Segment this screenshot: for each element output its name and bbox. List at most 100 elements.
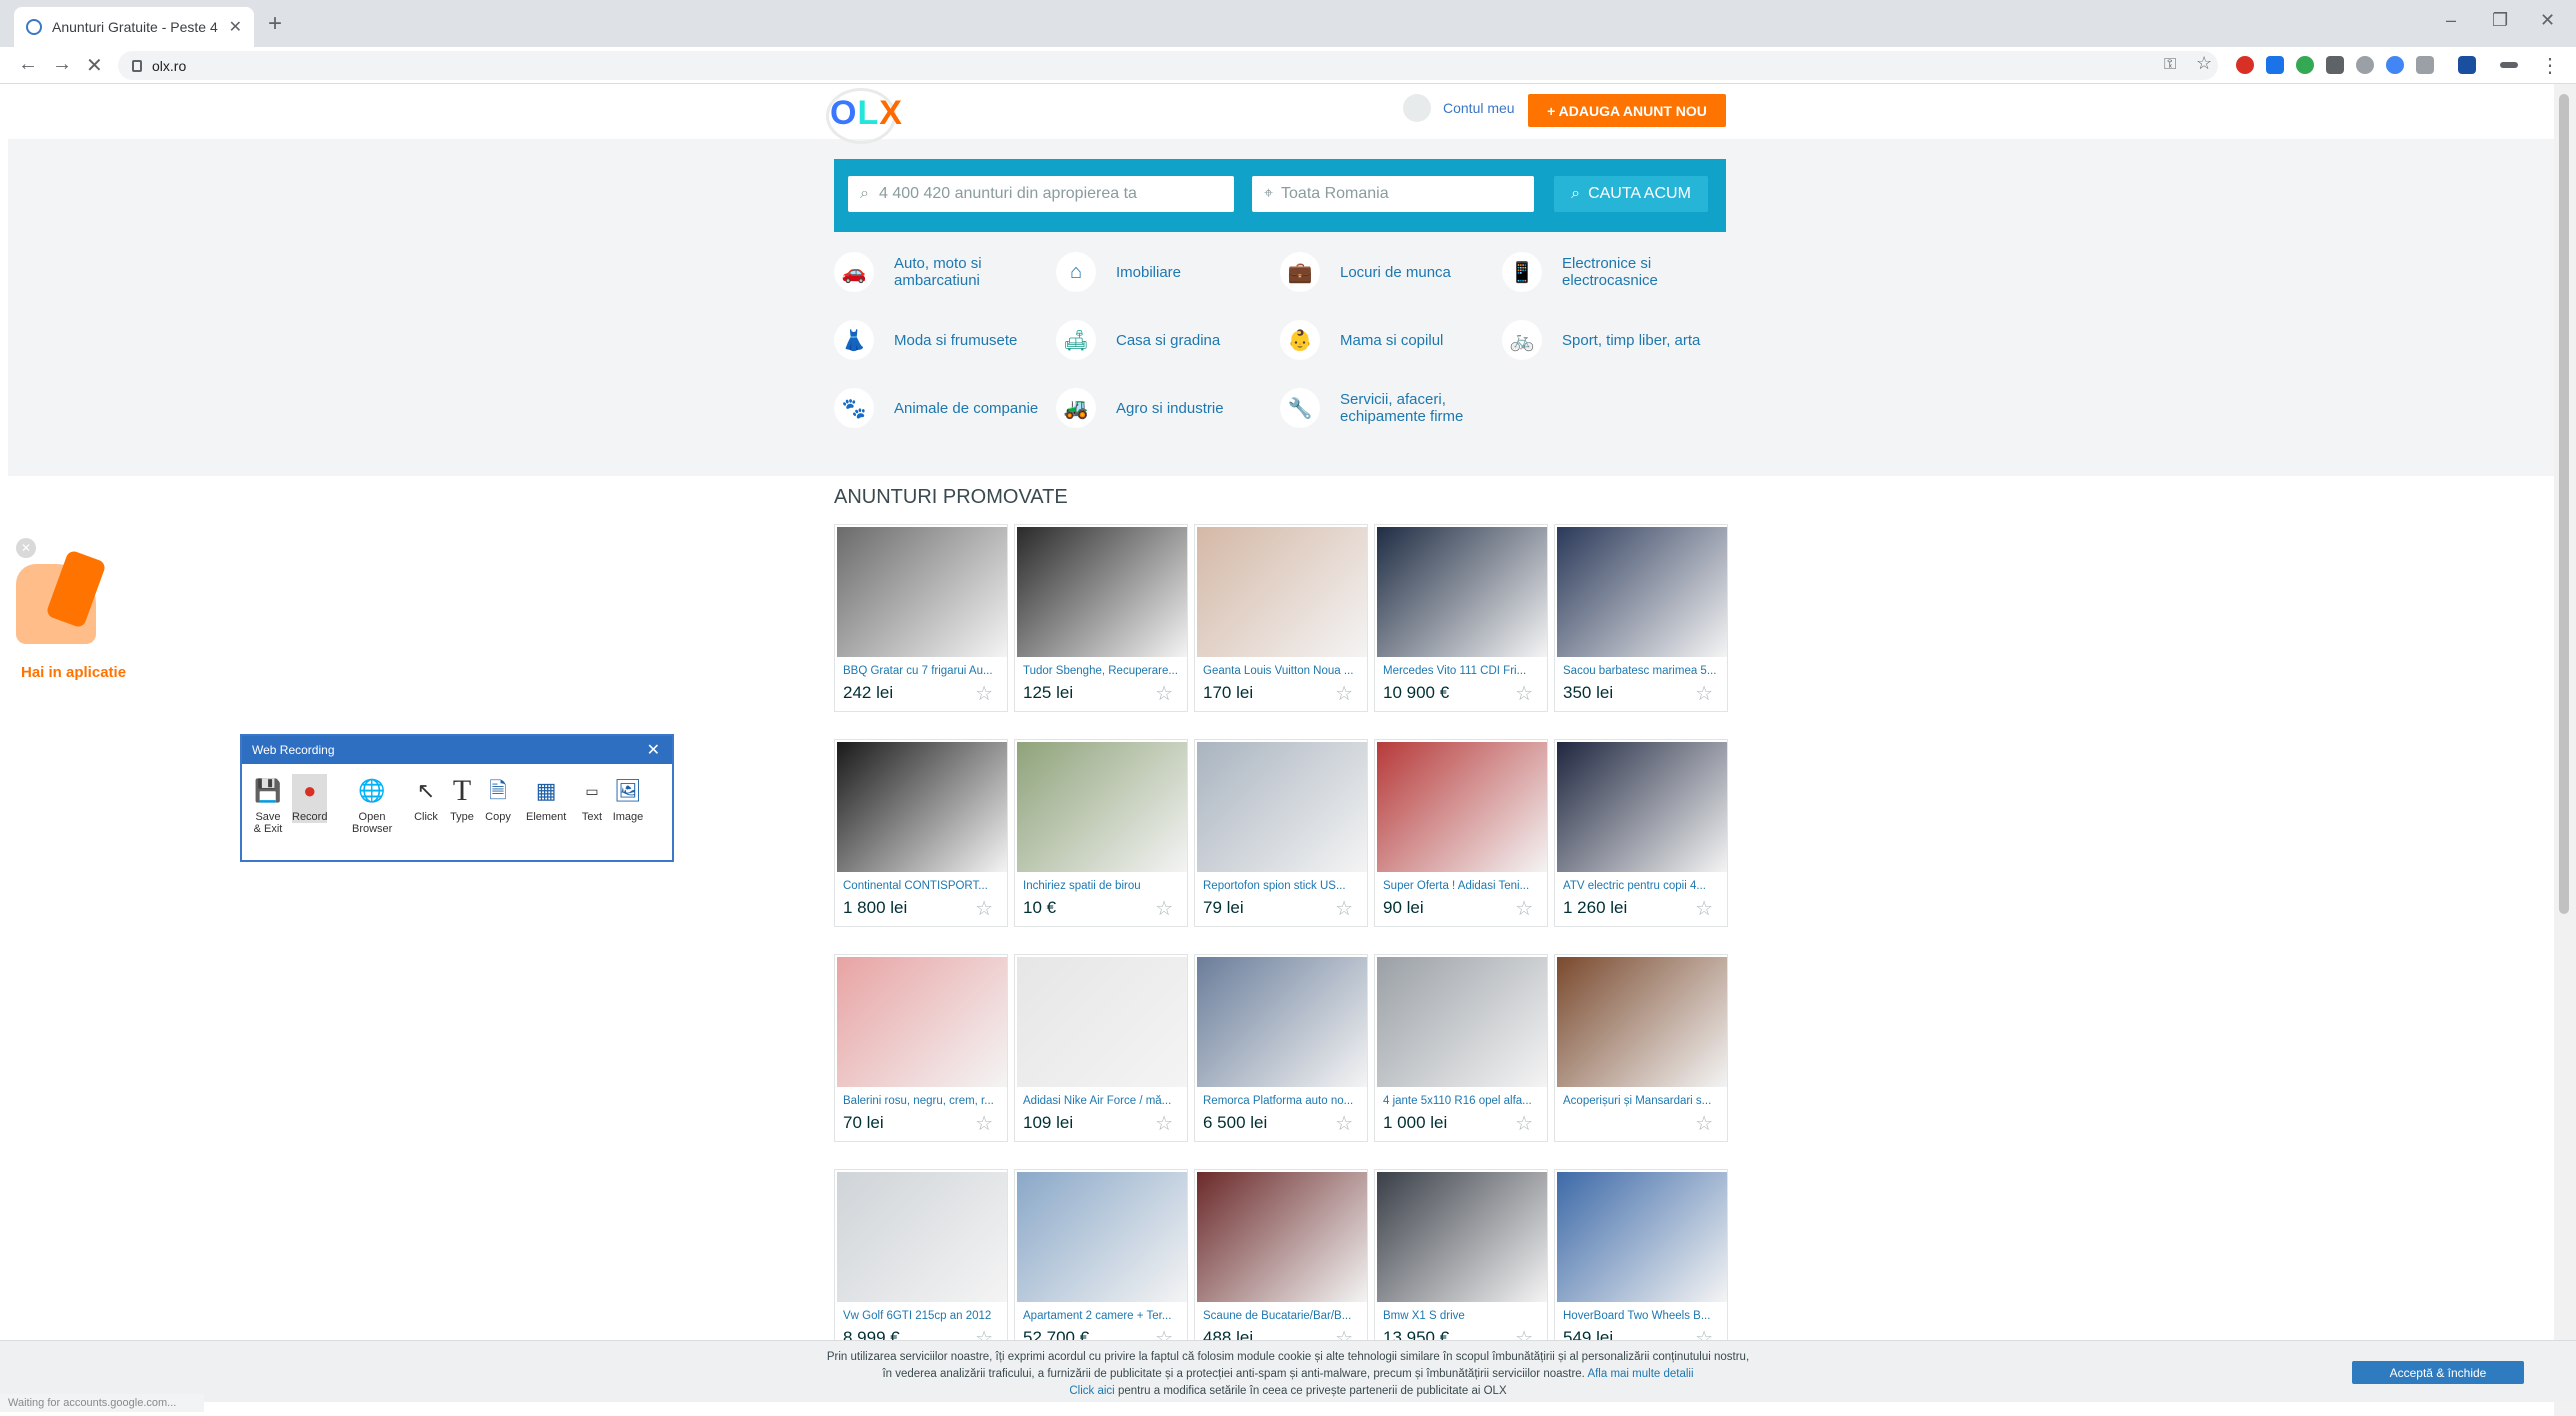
image-button[interactable]: 🖼 Image <box>612 774 644 824</box>
search-button[interactable]: ⌕ CAUTA ACUM <box>1554 176 1708 212</box>
url-bar[interactable]: olx.ro <box>118 51 2218 80</box>
listing-image[interactable] <box>1017 957 1187 1087</box>
favorite-star-icon[interactable]: ☆ <box>1515 896 1533 921</box>
listing-image[interactable] <box>1557 1172 1727 1302</box>
listing-card[interactable]: Inchiriez spatii de birou 10 € ☆ <box>1014 739 1188 927</box>
extension-icon[interactable] <box>2386 56 2404 74</box>
close-icon[interactable]: ✕ <box>647 740 660 760</box>
listing-title[interactable]: Adidasi Nike Air Force / mă... <box>1023 1095 1183 1107</box>
listing-image[interactable] <box>1197 1172 1367 1302</box>
new-tab-icon[interactable]: + <box>268 10 282 38</box>
listing-image[interactable] <box>1557 527 1727 657</box>
favorite-star-icon[interactable]: ☆ <box>1335 681 1353 706</box>
category-auto[interactable]: 🚗 Auto, moto si ambarcatiuni <box>834 252 1054 292</box>
listing-image[interactable] <box>837 1172 1007 1302</box>
favorite-star-icon[interactable]: ☆ <box>1335 1111 1353 1136</box>
listing-image[interactable] <box>837 742 1007 872</box>
browser-tab[interactable]: Anunturi Gratuite - Peste 4 milio ✕ <box>14 7 254 47</box>
listing-image[interactable] <box>1017 527 1187 657</box>
favorite-star-icon[interactable]: ☆ <box>975 681 993 706</box>
listing-card[interactable]: Apartament 2 camere + Ter... 52 700 € ☆ <box>1014 1169 1188 1357</box>
listing-title[interactable]: BBQ Gratar cu 7 frigarui Au... <box>843 665 1003 677</box>
listing-image[interactable] <box>1557 742 1727 872</box>
olx-logo[interactable]: OLX <box>830 94 903 133</box>
extension-icon[interactable] <box>2236 56 2254 74</box>
listing-image[interactable] <box>837 957 1007 1087</box>
favorite-star-icon[interactable]: ☆ <box>1515 681 1533 706</box>
listing-card[interactable]: 4 jante 5x110 R16 opel alfa... 1 000 lei ☆ <box>1374 954 1548 1142</box>
listing-image[interactable] <box>1017 1172 1187 1302</box>
bookmark-star-icon[interactable]: ☆ <box>2196 53 2212 74</box>
category-imobiliare[interactable]: ⌂ Imobiliare <box>1056 252 1276 292</box>
listing-card[interactable]: Mercedes Vito 111 CDI Fri... 10 900 € ☆ <box>1374 524 1548 712</box>
category-services[interactable]: 🔧 Servicii, afaceri, echipamente firme <box>1280 388 1500 428</box>
listing-image[interactable] <box>1197 527 1367 657</box>
category-fashion[interactable]: 👗 Moda si frumusete <box>834 320 1054 360</box>
listing-title[interactable]: Continental CONTISPORT... <box>843 880 1003 892</box>
menu-kebab-icon[interactable]: ⋮ <box>2540 53 2560 78</box>
listing-card[interactable]: Reportofon spion stick US... 79 lei ☆ <box>1194 739 1368 927</box>
listing-title[interactable]: Bmw X1 S drive <box>1383 1310 1543 1322</box>
extension-icon[interactable] <box>2416 56 2434 74</box>
open-browser-button[interactable]: 🌐 Open Browser <box>352 774 392 836</box>
copy-button[interactable]: 🗎 Copy <box>482 774 514 824</box>
element-button[interactable]: ▦ Element <box>526 774 566 824</box>
favorite-star-icon[interactable]: ☆ <box>1695 681 1713 706</box>
search-input[interactable]: ⌕ 4 400 420 anunturi din apropierea ta <box>848 176 1234 212</box>
accept-cookies-button[interactable]: Acceptă & închide <box>2352 1361 2524 1384</box>
close-window-icon[interactable]: ✕ <box>2540 10 2555 31</box>
listing-card[interactable]: HoverBoard Two Wheels B... 549 lei ☆ <box>1554 1169 1728 1357</box>
extension-icon[interactable] <box>2326 56 2344 74</box>
listing-card[interactable]: Scaune de Bucatarie/Bar/B... 488 lei ☆ <box>1194 1169 1368 1357</box>
listing-title[interactable]: Tudor Sbenghe, Recuperare... <box>1023 665 1183 677</box>
extension-icon[interactable] <box>2458 56 2476 74</box>
listing-card[interactable]: Acoperișuri și Mansardari s... ☆ <box>1554 954 1728 1142</box>
more-details-link[interactable]: Afla mai multe detalii <box>1587 1368 1693 1380</box>
listing-image[interactable] <box>1197 957 1367 1087</box>
forward-icon[interactable]: → <box>52 53 72 76</box>
listing-title[interactable]: HoverBoard Two Wheels B... <box>1563 1310 1723 1322</box>
listing-image[interactable] <box>1377 527 1547 657</box>
category-home-garden[interactable]: 🛋 Casa si gradina <box>1056 320 1276 360</box>
click-button[interactable]: ↖ Click <box>410 774 442 824</box>
location-input[interactable]: ⌖ Toata Romania <box>1252 176 1534 212</box>
favorite-star-icon[interactable]: ☆ <box>1695 896 1713 921</box>
listing-card[interactable]: Balerini rosu, negru, crem, r... 70 lei ☆ <box>834 954 1008 1142</box>
key-icon[interactable]: ⚿ <box>2164 56 2176 74</box>
favorite-star-icon[interactable]: ☆ <box>975 1111 993 1136</box>
listing-card[interactable]: Adidasi Nike Air Force / mă... 109 lei ☆ <box>1014 954 1188 1142</box>
listing-card[interactable]: Bmw X1 S drive 13 950 € ☆ <box>1374 1169 1548 1357</box>
listing-title[interactable]: Mercedes Vito 111 CDI Fri... <box>1383 665 1543 677</box>
listing-image[interactable] <box>1557 957 1727 1087</box>
listing-title[interactable]: Geanta Louis Vuitton Noua ... <box>1203 665 1363 677</box>
scrollbar-thumb[interactable] <box>2559 94 2569 914</box>
category-agro[interactable]: 🚜 Agro si industrie <box>1056 388 1276 428</box>
listing-card[interactable]: Tudor Sbenghe, Recuperare... 125 lei ☆ <box>1014 524 1188 712</box>
back-icon[interactable]: ← <box>18 53 38 76</box>
listing-image[interactable] <box>1377 1172 1547 1302</box>
listing-image[interactable] <box>837 527 1007 657</box>
listing-card[interactable]: ATV electric pentru copii 4... 1 260 lei ☆ <box>1554 739 1728 927</box>
extension-icon[interactable] <box>2500 62 2518 68</box>
listing-image[interactable] <box>1377 742 1547 872</box>
listing-title[interactable]: 4 jante 5x110 R16 opel alfa... <box>1383 1095 1543 1107</box>
account-link[interactable]: Contul meu <box>1403 94 1515 122</box>
listing-card[interactable]: Remorca Platforma auto no... 6 500 lei ☆ <box>1194 954 1368 1142</box>
category-pets[interactable]: 🐾 Animale de companie <box>834 388 1054 428</box>
favorite-star-icon[interactable]: ☆ <box>1515 1111 1533 1136</box>
save-exit-button[interactable]: 💾 Save & Exit <box>252 774 284 836</box>
listing-card[interactable]: Geanta Louis Vuitton Noua ... 170 lei ☆ <box>1194 524 1368 712</box>
favorite-star-icon[interactable]: ☆ <box>1695 1111 1713 1136</box>
app-promo-close-icon[interactable]: ✕ <box>16 538 36 558</box>
listing-title[interactable]: Super Oferta ! Adidasi Teni... <box>1383 880 1543 892</box>
listing-title[interactable]: Vw Golf 6GTI 215cp an 2012 <box>843 1310 1003 1322</box>
listing-title[interactable]: Apartament 2 camere + Ter... <box>1023 1310 1183 1322</box>
listing-card[interactable]: BBQ Gratar cu 7 frigarui Au... 242 lei ☆ <box>834 524 1008 712</box>
restore-icon[interactable]: ❐ <box>2492 10 2508 31</box>
listing-card[interactable]: Sacou barbatesc marimea 5... 350 lei ☆ <box>1554 524 1728 712</box>
listing-title[interactable]: Remorca Platforma auto no... <box>1203 1095 1363 1107</box>
category-mother-child[interactable]: 👶 Mama si copilul <box>1280 320 1500 360</box>
vertical-scrollbar[interactable] <box>2554 84 2576 1416</box>
favorite-star-icon[interactable]: ☆ <box>1155 681 1173 706</box>
listing-card[interactable]: Vw Golf 6GTI 215cp an 2012 8 999 € ☆ <box>834 1169 1008 1357</box>
